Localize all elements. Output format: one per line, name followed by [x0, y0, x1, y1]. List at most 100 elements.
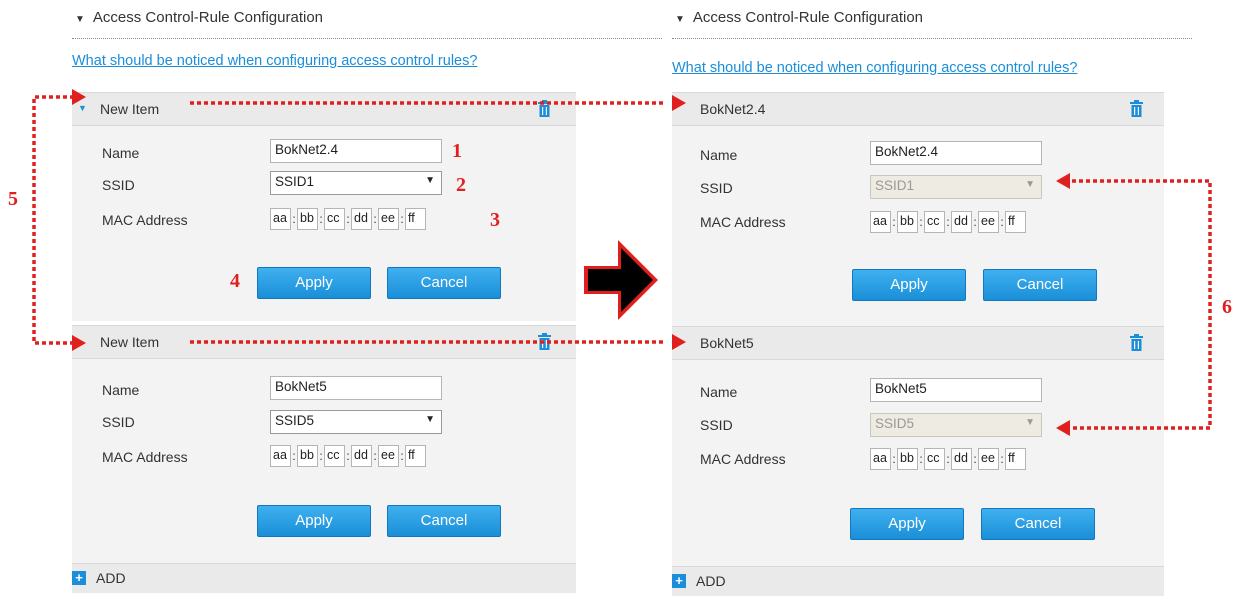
mac-octet-1[interactable]: aa	[270, 208, 291, 230]
left-section-title[interactable]: ▼ Access Control-Rule Configuration	[75, 9, 323, 26]
collapse-triangle-icon: ▼	[675, 14, 685, 25]
left-add-row[interactable]: + ADD	[72, 563, 576, 593]
right-item2-header-name: BokNet5	[700, 335, 754, 351]
mac-octet-3[interactable]: cc	[324, 445, 345, 467]
mac-octet-4[interactable]: dd	[951, 448, 972, 470]
name-label: Name	[102, 145, 140, 161]
dropdown-arrow-icon: ▼	[425, 175, 435, 186]
ssid-label: SSID	[700, 180, 733, 196]
ssid-label: SSID	[102, 414, 135, 430]
mac-octet-5[interactable]: ee	[378, 445, 399, 467]
right-item2-cancel-button[interactable]: Cancel	[981, 508, 1095, 540]
plus-icon[interactable]: +	[72, 571, 86, 585]
ssid-label: SSID	[700, 417, 733, 433]
mac-address-label: MAC Address	[700, 214, 786, 230]
item-collapse-icon[interactable]: ▼	[78, 103, 87, 113]
left-item1-apply-button[interactable]: Apply	[257, 267, 371, 299]
right-item2-ssid-select: SSID5 ▼	[870, 413, 1042, 437]
mac-octet-5[interactable]: ee	[378, 208, 399, 230]
left-item2-name-input[interactable]: BokNet5	[270, 376, 442, 400]
right-item2-header[interactable]: BokNet5	[672, 326, 1164, 360]
left-item2-apply-button[interactable]: Apply	[257, 505, 371, 537]
left-item1-header-name: New Item	[100, 101, 160, 117]
mac-octet-2[interactable]: bb	[897, 448, 918, 470]
mac-address-label: MAC Address	[102, 212, 188, 228]
left-item2-header[interactable]: New Item	[72, 325, 576, 359]
big-right-arrow-icon	[584, 240, 658, 320]
annotation-label-1: 1	[452, 140, 462, 162]
left-item1-ssid-select[interactable]: SSID1 ▼	[270, 171, 442, 195]
mac-octet-1[interactable]: aa	[870, 448, 891, 470]
mac-octet-5[interactable]: ee	[978, 448, 999, 470]
annotation-label-5: 5	[8, 188, 18, 210]
annotation-label-3: 3	[490, 209, 500, 231]
left-item2-ssid-select[interactable]: SSID5 ▼	[270, 410, 442, 434]
mac-octet-6[interactable]: ff	[1005, 448, 1026, 470]
trash-icon[interactable]	[538, 100, 551, 117]
trash-icon[interactable]	[1130, 100, 1143, 117]
left-add-label: ADD	[96, 570, 126, 586]
right-item1-cancel-button[interactable]: Cancel	[983, 269, 1097, 301]
mac-octet-6[interactable]: ff	[1005, 211, 1026, 233]
right-item1-mac-field: aa: bb: cc: dd: ee: ff	[870, 210, 1026, 234]
ssid-selected-value: SSID1	[875, 178, 915, 193]
right-add-row[interactable]: + ADD	[672, 566, 1164, 596]
right-help-link[interactable]: What should be noticed when configuring …	[672, 60, 1077, 76]
mac-octet-3[interactable]: cc	[324, 208, 345, 230]
left-item1-mac-field: aa: bb: cc: dd: ee: ff	[270, 207, 426, 231]
mac-octet-1[interactable]: aa	[870, 211, 891, 233]
ssid-selected-value: SSID1	[275, 174, 315, 189]
right-item2-mac-field: aa: bb: cc: dd: ee: ff	[870, 447, 1026, 471]
right-item1-ssid-select: SSID1 ▼	[870, 175, 1042, 199]
annotation-connector-5	[32, 95, 74, 345]
name-label: Name	[700, 384, 738, 400]
right-section-divider	[672, 38, 1192, 39]
right-item2-name-input[interactable]: BokNet5	[870, 378, 1042, 402]
right-item1-name-input[interactable]: BokNet2.4	[870, 141, 1042, 165]
annotation-label-4: 4	[230, 270, 240, 292]
right-add-label: ADD	[696, 573, 726, 589]
dropdown-arrow-icon: ▼	[1025, 179, 1035, 190]
name-label: Name	[700, 147, 738, 163]
left-section-title-text: Access Control-Rule Configuration	[92, 9, 324, 26]
left-item1-cancel-button[interactable]: Cancel	[387, 267, 501, 299]
mac-octet-3[interactable]: cc	[924, 211, 945, 233]
name-label: Name	[102, 382, 140, 398]
dropdown-arrow-icon: ▼	[1025, 417, 1035, 428]
ssid-label: SSID	[102, 177, 135, 193]
left-item2-cancel-button[interactable]: Cancel	[387, 505, 501, 537]
mac-octet-4[interactable]: dd	[351, 445, 372, 467]
left-help-link[interactable]: What should be noticed when configuring …	[72, 53, 477, 69]
mac-octet-4[interactable]: dd	[951, 211, 972, 233]
mac-octet-6[interactable]: ff	[405, 208, 426, 230]
left-item1-name-input[interactable]: BokNet2.4	[270, 139, 442, 163]
mac-octet-4[interactable]: dd	[351, 208, 372, 230]
mac-octet-5[interactable]: ee	[978, 211, 999, 233]
right-section-title[interactable]: ▼ Access Control-Rule Configuration	[675, 9, 923, 26]
mac-octet-2[interactable]: bb	[297, 445, 318, 467]
right-item1-header-name: BokNet2.4	[700, 101, 766, 117]
mac-octet-2[interactable]: bb	[897, 211, 918, 233]
left-item2-mac-field: aa: bb: cc: dd: ee: ff	[270, 444, 426, 468]
mac-address-label: MAC Address	[102, 449, 188, 465]
right-item2-apply-button[interactable]: Apply	[850, 508, 964, 540]
left-section-divider	[72, 38, 662, 39]
plus-icon[interactable]: +	[672, 574, 686, 588]
ssid-selected-value: SSID5	[275, 413, 315, 428]
right-item1-header[interactable]: BokNet2.4	[672, 92, 1164, 126]
right-item1-apply-button[interactable]: Apply	[852, 269, 966, 301]
ssid-selected-value: SSID5	[875, 416, 915, 431]
right-section-title-text: Access Control-Rule Configuration	[692, 9, 924, 26]
mac-octet-1[interactable]: aa	[270, 445, 291, 467]
trash-icon[interactable]	[538, 333, 551, 350]
mac-address-label: MAC Address	[700, 451, 786, 467]
collapse-triangle-icon: ▼	[75, 14, 85, 25]
mac-octet-2[interactable]: bb	[297, 208, 318, 230]
big-right-arrow-core	[588, 248, 653, 312]
annotation-label-2: 2	[456, 174, 466, 196]
mac-octet-6[interactable]: ff	[405, 445, 426, 467]
mac-octet-3[interactable]: cc	[924, 448, 945, 470]
left-item1-header[interactable]: ▼ New Item	[72, 92, 576, 126]
dropdown-arrow-icon: ▼	[425, 414, 435, 425]
trash-icon[interactable]	[1130, 334, 1143, 351]
